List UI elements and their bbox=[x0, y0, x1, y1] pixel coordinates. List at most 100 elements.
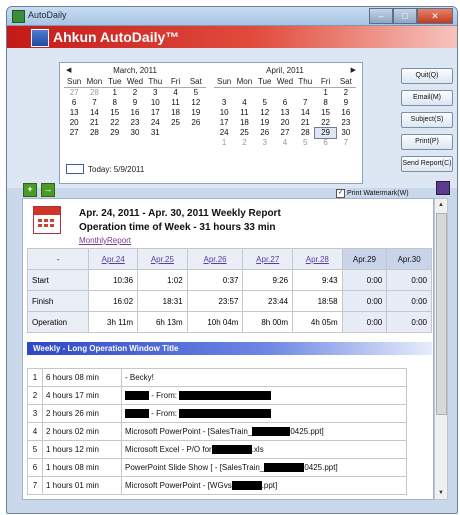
calendar-day[interactable]: 5 bbox=[295, 138, 315, 148]
day-link[interactable]: Apr.24 bbox=[88, 248, 139, 270]
calendar-day[interactable]: 19 bbox=[186, 108, 206, 118]
calendar-day[interactable]: 20 bbox=[275, 118, 295, 128]
calendar-day[interactable]: 29 bbox=[314, 127, 337, 139]
calendar-day[interactable]: 11 bbox=[234, 108, 254, 118]
calendar-day[interactable]: 28 bbox=[84, 88, 104, 98]
weekday-header: Fri bbox=[165, 77, 186, 88]
calendar-day[interactable]: 6 bbox=[275, 98, 295, 108]
window-title-cell: - From: bbox=[121, 404, 407, 423]
email-button[interactable]: Email(M) bbox=[401, 90, 453, 106]
calendar-day[interactable]: 14 bbox=[84, 108, 104, 118]
send-report-button[interactable]: Send Report(C) bbox=[401, 156, 453, 172]
checkbox-icon[interactable]: ✓ bbox=[336, 189, 345, 198]
calendar-day[interactable]: 7 bbox=[336, 138, 356, 148]
calendar-day[interactable]: 9 bbox=[336, 98, 356, 108]
calendar-day[interactable]: 16 bbox=[336, 108, 356, 118]
printer-icon[interactable] bbox=[436, 181, 450, 195]
calendar-day[interactable]: 7 bbox=[295, 98, 315, 108]
subject-button[interactable]: Subject(S) bbox=[401, 112, 453, 128]
quit-button[interactable]: Quit(Q) bbox=[401, 68, 453, 84]
calendar-day[interactable]: 2 bbox=[336, 88, 356, 98]
calendar-day[interactable]: 3 bbox=[255, 138, 275, 148]
calendar-day[interactable]: 20 bbox=[64, 118, 84, 128]
calendar-day[interactable]: 28 bbox=[84, 128, 104, 138]
calendar-day[interactable]: 11 bbox=[165, 98, 185, 108]
table-row: 42 hours 02 min Microsoft PowerPoint - [S… bbox=[27, 422, 407, 441]
redaction-mark bbox=[264, 463, 305, 473]
calendar-day[interactable]: 4 bbox=[234, 98, 254, 108]
scroll-thumb[interactable] bbox=[436, 213, 447, 415]
calendar-day[interactable]: 1 bbox=[105, 88, 125, 98]
minimize-button[interactable]: – bbox=[369, 8, 393, 24]
calendar-day[interactable]: 24 bbox=[145, 118, 165, 128]
calendar-day[interactable]: 21 bbox=[295, 118, 315, 128]
calendar-day[interactable]: 13 bbox=[64, 108, 84, 118]
calendar-day[interactable]: 26 bbox=[186, 118, 206, 128]
print-button[interactable]: Print(P) bbox=[401, 134, 453, 150]
calendar-day[interactable]: 3 bbox=[214, 98, 234, 108]
calendar-day[interactable]: 2 bbox=[125, 88, 145, 98]
calendar-day[interactable]: 24 bbox=[214, 128, 234, 138]
calendar-day[interactable]: 19 bbox=[255, 118, 275, 128]
close-button[interactable]: ✕ bbox=[417, 8, 453, 24]
window-title-text: - From: bbox=[151, 408, 178, 418]
calendar-day[interactable]: 18 bbox=[165, 108, 185, 118]
day-link[interactable]: Apr.26 bbox=[186, 248, 244, 270]
calendar-day[interactable]: 15 bbox=[315, 108, 335, 118]
calendar-day[interactable]: 1 bbox=[315, 88, 335, 98]
calendar-day[interactable]: 22 bbox=[105, 118, 125, 128]
calendar-day[interactable]: 15 bbox=[105, 108, 125, 118]
calendar-day[interactable]: 29 bbox=[105, 128, 125, 138]
scroll-up-icon[interactable]: ▲ bbox=[435, 199, 447, 211]
calendar-day[interactable]: 14 bbox=[295, 108, 315, 118]
calendar-day[interactable]: 8 bbox=[315, 98, 335, 108]
calendar-day[interactable]: 25 bbox=[165, 118, 185, 128]
calendar-day[interactable]: 16 bbox=[125, 108, 145, 118]
day-link[interactable]: Apr.25 bbox=[137, 248, 188, 270]
maximize-button[interactable]: □ bbox=[393, 8, 417, 24]
print-watermark-checkbox[interactable]: ✓ Print Watermark(W) bbox=[336, 189, 409, 198]
calendar-day[interactable]: 1 bbox=[214, 138, 234, 148]
calendar-day[interactable]: 17 bbox=[145, 108, 165, 118]
calendar-day[interactable]: 5 bbox=[255, 98, 275, 108]
calendar-day[interactable]: 6 bbox=[64, 98, 84, 108]
calendar-day[interactable]: 27 bbox=[64, 88, 84, 98]
calendar-day[interactable]: 2 bbox=[234, 138, 254, 148]
calendar-day[interactable]: 23 bbox=[336, 118, 356, 128]
calendar-day[interactable]: 30 bbox=[125, 128, 145, 138]
calendar-day[interactable]: 31 bbox=[145, 128, 165, 138]
calendar-day[interactable]: 10 bbox=[145, 98, 165, 108]
calendar-day[interactable]: 4 bbox=[275, 138, 295, 148]
calendar-day[interactable]: 9 bbox=[125, 98, 145, 108]
calendar-day[interactable]: 6 bbox=[315, 138, 335, 148]
calendar-day[interactable]: 7 bbox=[84, 98, 104, 108]
calendar-day[interactable]: 4 bbox=[165, 88, 185, 98]
calendar-day[interactable]: 23 bbox=[125, 118, 145, 128]
calendar-day[interactable]: 28 bbox=[295, 128, 315, 138]
calendar-day[interactable]: 17 bbox=[214, 118, 234, 128]
day-link[interactable]: Apr.28 bbox=[292, 248, 343, 270]
calendar-day[interactable]: 26 bbox=[255, 128, 275, 138]
calendar-day[interactable]: 22 bbox=[315, 118, 335, 128]
scroll-down-icon[interactable]: ▼ bbox=[435, 487, 447, 499]
calendar-day[interactable]: 10 bbox=[214, 108, 234, 118]
monthly-report-link[interactable]: MonthlyReport bbox=[79, 236, 131, 245]
add-icon[interactable]: + bbox=[23, 183, 37, 197]
calendar-day[interactable]: 27 bbox=[275, 128, 295, 138]
calendar-day[interactable]: 25 bbox=[234, 128, 254, 138]
day-link[interactable]: Apr.27 bbox=[242, 248, 294, 270]
calendar-day[interactable]: 12 bbox=[186, 98, 206, 108]
calendar-day[interactable]: 18 bbox=[234, 118, 254, 128]
calendar-day[interactable]: 27 bbox=[64, 128, 84, 138]
calendar-day[interactable]: 21 bbox=[84, 118, 104, 128]
forward-icon[interactable]: → bbox=[41, 183, 55, 197]
report-scrollbar[interactable]: ▲ ▼ bbox=[434, 198, 448, 500]
calendar-day[interactable]: 13 bbox=[275, 108, 295, 118]
table-cell: 16:02 bbox=[88, 290, 139, 312]
calendar-day[interactable]: 30 bbox=[336, 128, 356, 138]
calendar-day[interactable]: 5 bbox=[186, 88, 206, 98]
calendar-day[interactable]: 3 bbox=[145, 88, 165, 98]
calendar-day[interactable]: 8 bbox=[105, 98, 125, 108]
today-link[interactable]: Today: 5/9/2011 bbox=[66, 164, 144, 174]
calendar-day[interactable]: 12 bbox=[255, 108, 275, 118]
